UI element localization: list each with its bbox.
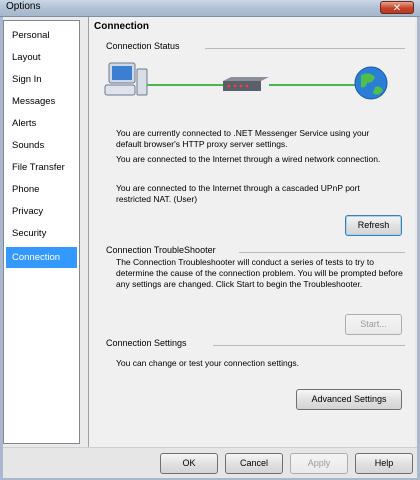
sidebar-item-sounds[interactable]: Sounds (6, 135, 77, 156)
sidebar-item-connection[interactable]: Connection (6, 247, 77, 268)
category-list[interactable]: Personal Layout Sign In Messages Alerts … (3, 20, 80, 444)
ok-button[interactable]: OK (160, 453, 218, 474)
sidebar-item-layout[interactable]: Layout (6, 47, 77, 68)
globe-icon (354, 66, 388, 100)
sidebar-item-phone[interactable]: Phone (6, 179, 77, 200)
troubleshooter-text: The Connection Troubleshooter will condu… (116, 257, 403, 289)
link-line-left (147, 84, 223, 86)
computer-icon (104, 62, 148, 96)
troubleshooter-heading: Connection TroubleShooter (106, 245, 216, 255)
status-proxy-text: You are currently connected to .NET Mess… (116, 128, 370, 149)
connection-panel: Connection Connection Status You are cur (88, 17, 415, 447)
page-title: Connection (94, 21, 149, 32)
close-icon: ✕ (392, 3, 402, 14)
sidebar-item-privacy[interactable]: Privacy (6, 201, 77, 222)
refresh-button[interactable]: Refresh (345, 215, 402, 236)
divider (213, 345, 405, 346)
help-button[interactable]: Help (355, 453, 413, 474)
link-line-right (269, 84, 355, 86)
sidebar-item-messages[interactable]: Messages (6, 91, 77, 112)
status-nat-text: You are connected to the Internet throug… (116, 183, 360, 204)
connection-diagram (104, 62, 388, 100)
router-icon (223, 77, 269, 91)
advanced-settings-button[interactable]: Advanced Settings (296, 389, 402, 410)
title-bar[interactable]: Options ✕ (0, 0, 420, 17)
start-troubleshooter-button[interactable]: Start... (345, 314, 402, 335)
window-title: Options (6, 1, 41, 12)
connection-settings-text: You can change or test your connection s… (116, 358, 300, 368)
divider (205, 48, 405, 49)
sidebar-item-personal[interactable]: Personal (6, 25, 77, 46)
close-button[interactable]: ✕ (380, 1, 414, 14)
divider (239, 252, 405, 253)
cancel-button[interactable]: Cancel (225, 453, 283, 474)
apply-button[interactable]: Apply (290, 453, 348, 474)
sidebar-item-file-transfer[interactable]: File Transfer (6, 157, 77, 178)
sidebar-item-sign-in[interactable]: Sign In (6, 69, 77, 90)
dialog-footer: OK Cancel Apply Help (3, 447, 417, 478)
sidebar-item-security[interactable]: Security (6, 223, 77, 244)
connection-status-heading: Connection Status (106, 41, 180, 51)
connection-settings-heading: Connection Settings (106, 338, 187, 348)
sidebar-item-alerts[interactable]: Alerts (6, 113, 77, 134)
status-network-text: You are connected to the Internet throug… (116, 154, 381, 164)
